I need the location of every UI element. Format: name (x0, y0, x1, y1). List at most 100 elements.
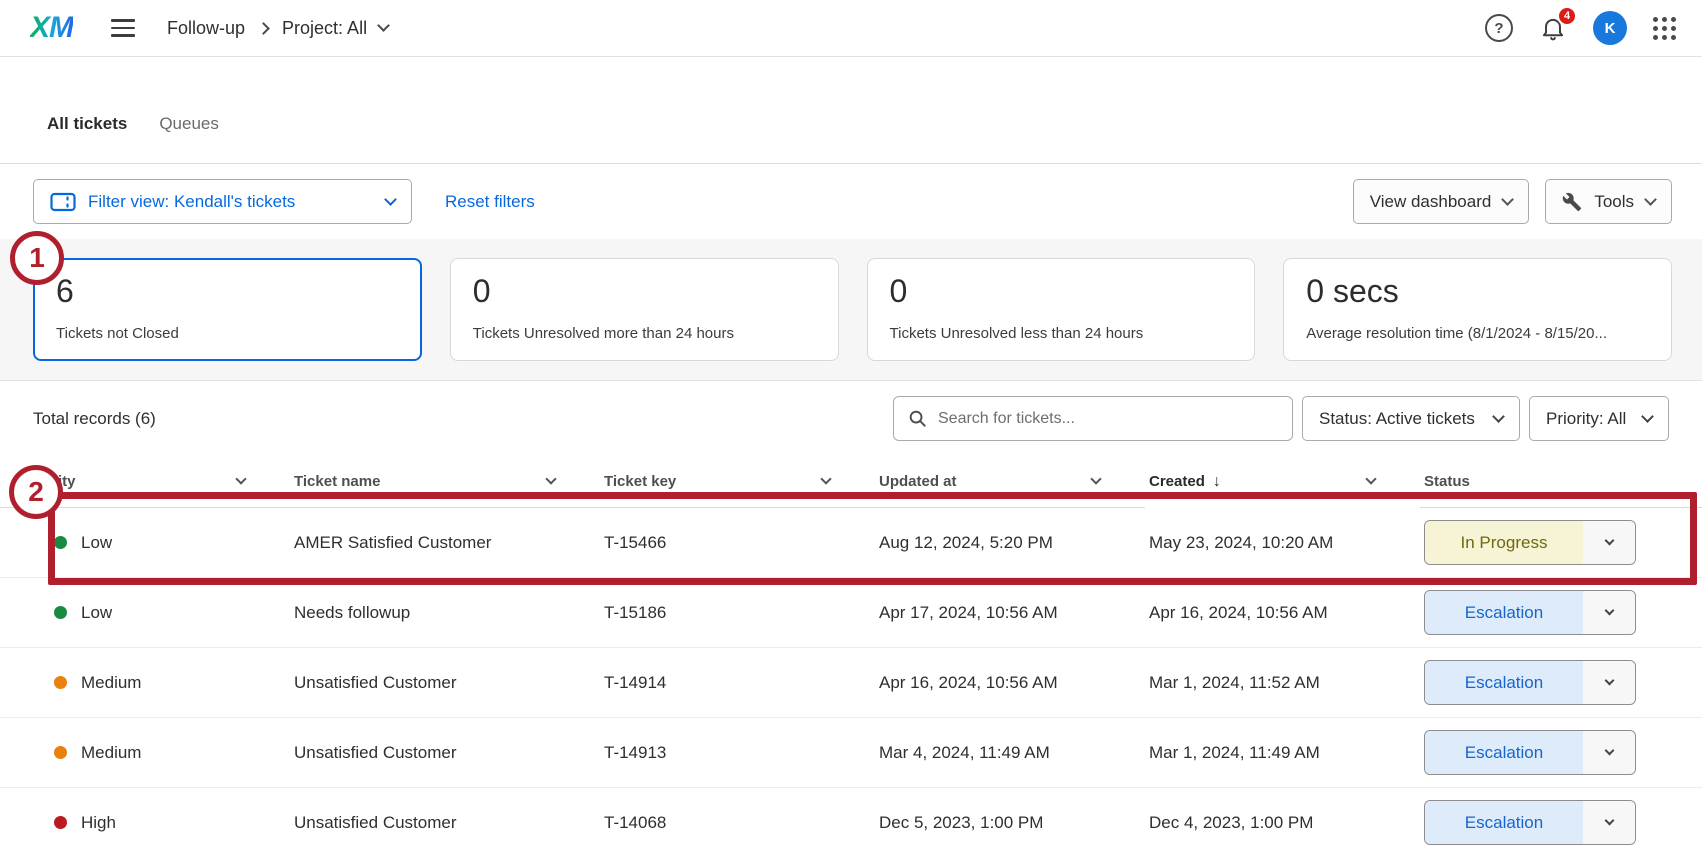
search-box[interactable] (893, 396, 1293, 441)
chevron-down-icon[interactable] (545, 473, 556, 484)
status-chevron-button[interactable] (1583, 731, 1635, 774)
avatar[interactable]: K (1593, 11, 1627, 45)
status-chevron-button[interactable] (1583, 801, 1635, 844)
stat-card-unresolved-more-24h[interactable]: 0 Tickets Unresolved more than 24 hours (450, 258, 839, 361)
help-icon[interactable]: ? (1485, 14, 1513, 42)
column-header-created[interactable]: Created ↓ (1145, 456, 1420, 508)
status-badge[interactable]: Escalation (1424, 800, 1636, 845)
created-at-cell: Dec 4, 2023, 1:00 PM (1145, 813, 1420, 833)
view-dashboard-button[interactable]: View dashboard (1353, 179, 1530, 224)
column-label: Status (1424, 473, 1470, 490)
status-chevron-button[interactable] (1583, 661, 1635, 704)
stat-label: Tickets Unresolved less than 24 hours (890, 325, 1233, 342)
records-controls: Status: Active tickets Priority: All (893, 396, 1669, 441)
tools-button[interactable]: Tools (1545, 179, 1672, 224)
view-dashboard-label: View dashboard (1370, 192, 1492, 212)
app-root: XM Follow-up Project: All ? 4 K (0, 0, 1702, 848)
chevron-down-icon[interactable] (235, 473, 246, 484)
annotation-marker-2: 2 (9, 465, 63, 519)
priority-dot (54, 536, 67, 549)
ticket-name-cell: AMER Satisfied Customer (290, 533, 600, 553)
sort-descending-icon: ↓ (1213, 473, 1221, 491)
tools-label: Tools (1594, 192, 1634, 212)
hamburger-menu-icon[interactable] (107, 15, 139, 41)
ticket-icon (50, 192, 76, 212)
status-cell: Escalation (1420, 730, 1702, 775)
column-label: Created (1149, 473, 1205, 490)
table-body: Low AMER Satisfied Customer T-15466 Aug … (0, 508, 1702, 848)
table-row[interactable]: Medium Unsatisfied Customer T-14913 Mar … (0, 718, 1702, 788)
table-row[interactable]: Medium Unsatisfied Customer T-14914 Apr … (0, 648, 1702, 718)
stat-card-unresolved-less-24h[interactable]: 0 Tickets Unresolved less than 24 hours (867, 258, 1256, 361)
table-row[interactable]: High Unsatisfied Customer T-14068 Dec 5,… (0, 788, 1702, 848)
status-filter-label: Status: Active tickets (1319, 409, 1475, 429)
column-header-status[interactable]: Status (1420, 456, 1702, 508)
stat-value: 0 (890, 275, 1233, 307)
stat-value: 6 (56, 275, 399, 307)
ticket-key-cell: T-15466 (600, 533, 875, 553)
priority-label: Medium (81, 743, 141, 763)
tab-bar: All tickets Queues (0, 57, 1702, 164)
priority-filter-dropdown[interactable]: Priority: All (1529, 396, 1669, 441)
stat-card-avg-resolution-time[interactable]: 0 secs Average resolution time (8/1/2024… (1283, 258, 1672, 361)
column-header-updated-at[interactable]: Updated at (875, 456, 1145, 508)
status-cell: Escalation (1420, 590, 1702, 635)
chevron-down-icon (1644, 193, 1657, 206)
priority-label: Low (81, 533, 112, 553)
chevron-down-icon[interactable] (1090, 473, 1101, 484)
status-badge[interactable]: Escalation (1424, 590, 1636, 635)
column-header-ticket-key[interactable]: Ticket key (600, 456, 875, 508)
created-at-cell: May 23, 2024, 10:20 AM (1145, 533, 1420, 553)
updated-at-cell: Dec 5, 2023, 1:00 PM (875, 813, 1145, 833)
status-badge-label: In Progress (1425, 521, 1583, 564)
toolbar-actions: View dashboard Tools (1353, 179, 1672, 224)
xm-logo[interactable]: XM (30, 11, 73, 45)
stat-label: Tickets not Closed (56, 325, 399, 342)
reset-filters-link[interactable]: Reset filters (445, 192, 535, 212)
status-badge-label: Escalation (1425, 801, 1583, 844)
notifications-button[interactable]: 4 (1539, 14, 1567, 42)
project-selector[interactable]: Project: All (282, 18, 388, 39)
chevron-down-icon (384, 193, 397, 206)
ticket-key-cell: T-14068 (600, 813, 875, 833)
chevron-down-icon (1641, 410, 1654, 423)
breadcrumb-section[interactable]: Follow-up (167, 18, 245, 39)
tab-all-tickets[interactable]: All tickets (47, 114, 127, 163)
created-at-cell: Mar 1, 2024, 11:49 AM (1145, 743, 1420, 763)
records-bar: Total records (6) Status: Active tickets… (0, 381, 1702, 456)
stat-cards: 6 Tickets not Closed 0 Tickets Unresolve… (0, 239, 1702, 381)
status-badge-label: Escalation (1425, 731, 1583, 774)
status-badge[interactable]: Escalation (1424, 660, 1636, 705)
chevron-down-icon[interactable] (1365, 473, 1376, 484)
table-row[interactable]: Low AMER Satisfied Customer T-15466 Aug … (0, 508, 1702, 578)
status-filter-dropdown[interactable]: Status: Active tickets (1302, 396, 1520, 441)
priority-dot (54, 606, 67, 619)
filter-view-dropdown[interactable]: Filter view: Kendall's tickets (33, 179, 412, 224)
ticket-name-cell: Unsatisfied Customer (290, 743, 600, 763)
priority-label: Low (81, 603, 112, 623)
notification-badge: 4 (1557, 6, 1577, 26)
status-chevron-button[interactable] (1583, 591, 1635, 634)
table-row[interactable]: Low Needs followup T-15186 Apr 17, 2024,… (0, 578, 1702, 648)
status-badge[interactable]: In Progress (1424, 520, 1636, 565)
annotation-marker-1: 1 (10, 231, 64, 285)
stat-card-tickets-not-closed[interactable]: 6 Tickets not Closed (33, 258, 422, 361)
priority-cell: Medium (0, 743, 290, 763)
search-icon (908, 409, 927, 428)
updated-at-cell: Aug 12, 2024, 5:20 PM (875, 533, 1145, 553)
tab-queues[interactable]: Queues (159, 114, 219, 163)
column-header-ticket-name[interactable]: Ticket name (290, 456, 600, 508)
priority-cell: Low (0, 603, 290, 623)
search-input[interactable] (938, 410, 1278, 428)
apps-grid-icon[interactable] (1653, 17, 1676, 40)
status-badge-label: Escalation (1425, 591, 1583, 634)
priority-dot (54, 816, 67, 829)
status-badge[interactable]: Escalation (1424, 730, 1636, 775)
priority-cell: Medium (0, 673, 290, 693)
chevron-down-icon (1492, 410, 1505, 423)
status-chevron-button[interactable] (1583, 521, 1635, 564)
status-badge-label: Escalation (1425, 661, 1583, 704)
chevron-down-icon[interactable] (820, 473, 831, 484)
filter-view-label: Filter view: Kendall's tickets (88, 192, 295, 212)
total-records-label: Total records (6) (33, 409, 156, 429)
